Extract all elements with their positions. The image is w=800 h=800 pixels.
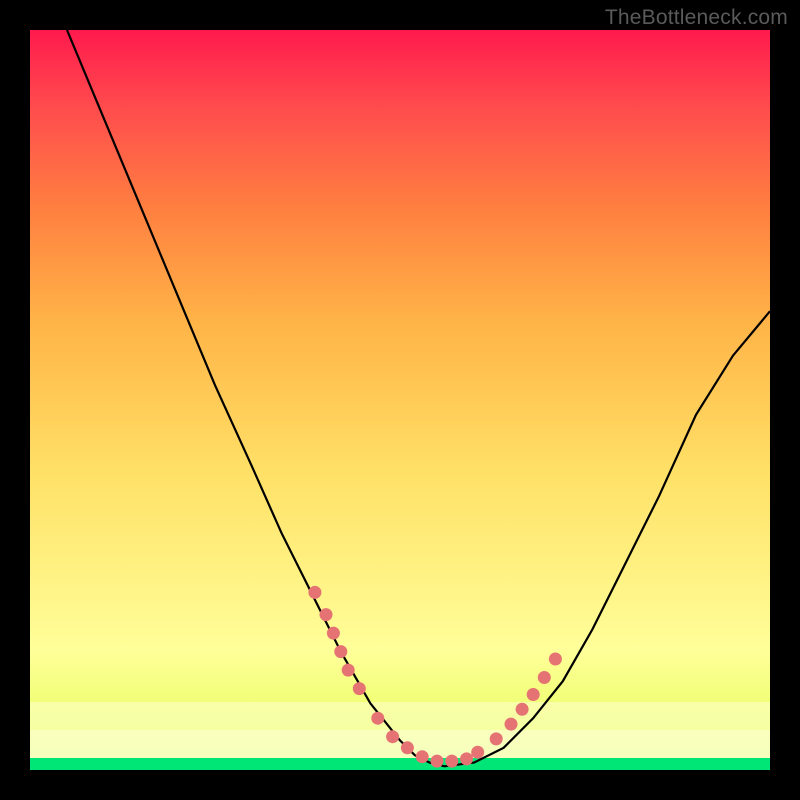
plot-area — [30, 30, 770, 770]
curve-marker — [308, 586, 321, 599]
curve-marker — [431, 755, 444, 768]
chart-frame: TheBottleneck.com — [0, 0, 800, 800]
curve-marker — [353, 682, 366, 695]
curve-marker — [549, 653, 562, 666]
curve-marker — [516, 703, 529, 716]
curve-marker — [527, 688, 540, 701]
curve-marker — [371, 712, 384, 725]
curve-marker — [471, 746, 484, 759]
curve-layer — [30, 30, 770, 770]
curve-marker — [342, 664, 355, 677]
curve-marker — [327, 627, 340, 640]
curve-marker — [505, 718, 518, 731]
curve-marker — [386, 730, 399, 743]
curve-marker — [320, 608, 333, 621]
curve-marker — [538, 671, 551, 684]
watermark-text: TheBottleneck.com — [605, 6, 788, 30]
bottleneck-curve — [67, 30, 770, 766]
curve-marker — [460, 752, 473, 765]
curve-marker — [416, 750, 429, 763]
curve-markers — [308, 586, 562, 768]
curve-marker — [334, 645, 347, 658]
curve-marker — [490, 732, 503, 745]
curve-marker — [401, 741, 414, 754]
curve-marker — [445, 755, 458, 768]
